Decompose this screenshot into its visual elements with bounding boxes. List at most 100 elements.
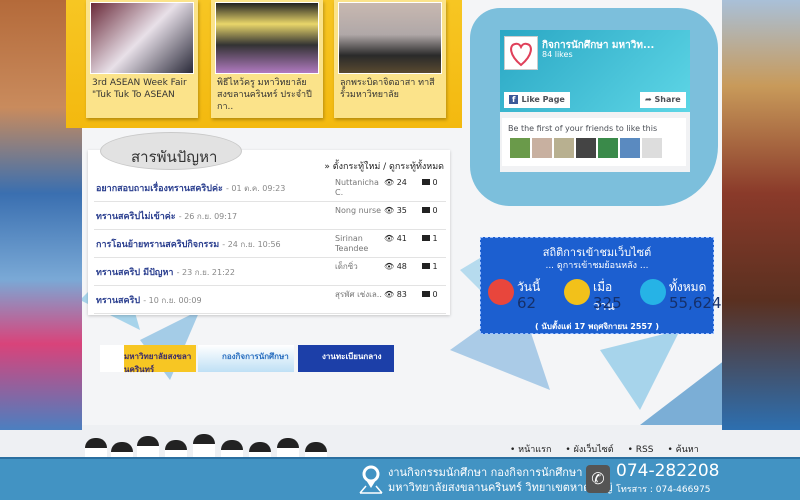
forum-links[interactable]: » ตั้งกระทู้ใหม่ / ดูกระทู้ทั้งหมด [324, 159, 444, 173]
forum-box: » ตั้งกระทู้ใหม่ / ดูกระทู้ทั้งหมด อยากส… [88, 150, 450, 315]
stats-history-link[interactable]: ... ดูการเข้าชมย้อนหลัง ... [481, 258, 713, 272]
friend-avatar[interactable] [532, 138, 552, 158]
topic-date: - 01 ต.ค. 09:23 [225, 184, 286, 193]
facebook-friends: Be the first of your friends to like thi… [502, 118, 686, 166]
topic-author: Nuttanicha C. [335, 178, 379, 197]
nav-sitemap[interactable]: • ผังเว็บไซต์ [565, 445, 613, 455]
stats-since: ( นับตั้งแต่ 17 พฤศจิกายน 2557 ) [534, 322, 659, 331]
comment-icon [422, 263, 430, 269]
forum-row[interactable]: ทรานสคริปไม่เข้าค่ะ - 26 ก.ย. 09:17 Nong… [94, 202, 446, 230]
news-image[interactable] [338, 2, 442, 74]
topic-date: - 26 ก.ย. 09:17 [178, 212, 238, 221]
eye-icon: 👁 [384, 234, 395, 243]
nav-search[interactable]: • ค้นหา [667, 445, 698, 455]
forum-row[interactable]: การโอนย้ายทรานสคริปกิจกรรม - 24 ก.ย. 10:… [94, 230, 446, 258]
footer-bar: งานกิจกรรมนักศึกษา กองกิจการนักศึกษา มหา… [0, 457, 800, 500]
views: 👁 41 [384, 234, 407, 243]
banner-registrar[interactable]: งานทะเบียนกลาง [298, 345, 394, 372]
friend-avatar[interactable] [554, 138, 574, 158]
nav-rss[interactable]: • RSS [628, 445, 654, 455]
topic-link[interactable]: อยากสอบถามเรื่องทรานสคริปค่ะ - 01 ต.ค. 0… [96, 181, 285, 195]
news-item[interactable]: พิธีไหว้ครู มหาวิทยาลัยสงขลานครินทร์ ประ… [211, 0, 323, 118]
banner-label: งานทะเบียนกลาง [322, 352, 382, 361]
comments: 1 [422, 262, 438, 271]
facebook-cover[interactable]: กิจการนักศึกษา มหาวิท... 84 likes f Like … [500, 30, 690, 112]
comment-icon [422, 207, 430, 213]
stat-value: 55,624 [669, 294, 722, 312]
chart-icon [564, 279, 590, 305]
comments: 0 [422, 178, 438, 187]
topic-author: Nong nurse [335, 206, 382, 215]
eye-icon: 👁 [384, 262, 395, 271]
footer-phone: 074-282208 [616, 461, 720, 481]
facebook-page-logo[interactable] [504, 36, 538, 70]
footer-address-line2: มหาวิทยาลัยสงขลานครินทร์ วิทยาเขตหาดใหญ่ [388, 481, 613, 494]
comment-icon [422, 179, 430, 185]
share-label: Share [654, 95, 681, 104]
eye-icon: 👁 [384, 206, 395, 215]
forum-row[interactable]: ทรานสคริป - 10 ก.ย. 00:09 สุรพัศ เช่งเล.… [94, 286, 446, 314]
stat-item: วันนี้ 62 [485, 276, 557, 316]
topic-link[interactable]: การโอนย้ายทรานสคริปกิจกรรม - 24 ก.ย. 10:… [96, 237, 281, 251]
news-panel: 3rd ASEAN Week Fair "Tuk Tuk To ASEAN พิ… [66, 0, 462, 128]
topic-date: - 23 ก.ย. 21:22 [176, 268, 235, 277]
views: 👁 83 [384, 290, 407, 299]
news-item[interactable]: 3rd ASEAN Week Fair "Tuk Tuk To ASEAN [86, 0, 198, 118]
topic-author: Sirinan Teandee [335, 234, 369, 253]
topic-link[interactable]: ทรานสคริป - 10 ก.ย. 00:09 [96, 293, 202, 307]
topic-date: - 24 ก.ย. 10:56 [222, 240, 281, 249]
stat-item: ทั้งหมด 55,624 [637, 276, 722, 316]
views: 👁 24 [384, 178, 407, 187]
news-item[interactable]: ลูกพระบิดาจิตอาสา ทาสีรั้วมหาวิทยาลัย [334, 0, 446, 118]
news-image[interactable] [215, 2, 319, 74]
eye-icon: 👁 [384, 290, 395, 299]
right-decoration-photo [722, 0, 800, 430]
share-button[interactable]: ➦ Share [640, 92, 686, 108]
footer-nav: • หน้าแรก • ผังเว็บไซต์ • RSS • ค้นหา [510, 442, 713, 456]
banner-label: มหาวิทยาลัยสงขลานครินทร์ [124, 352, 192, 374]
visitor-stats: สถิติการเข้าชมเว็บไซต์ ... ดูการเข้าชมย้… [480, 237, 722, 334]
facebook-icon: f [509, 95, 519, 104]
friend-avatar[interactable] [510, 138, 530, 158]
banner-student-affairs[interactable]: กองกิจการนักศึกษา [198, 345, 294, 372]
topic-author: เด็กซิ่ว [335, 262, 358, 271]
friend-avatar[interactable] [576, 138, 596, 158]
forum-row[interactable]: อยากสอบถามเรื่องทรานสคริปค่ะ - 01 ต.ค. 0… [94, 174, 446, 202]
friend-avatar[interactable] [598, 138, 618, 158]
location-pin-icon [359, 465, 383, 494]
share-icon: ➦ [645, 95, 655, 104]
comments: 0 [422, 206, 438, 215]
banner-label: กองกิจการนักศึกษา [222, 352, 289, 361]
stat-item: เมื่อวาน 325 [561, 276, 633, 316]
views: 👁 48 [384, 262, 407, 271]
comment-icon [422, 235, 430, 241]
news-image[interactable] [90, 2, 194, 74]
friends-text: Be the first of your friends to like thi… [508, 124, 658, 133]
nav-home[interactable]: • หน้าแรก [510, 445, 551, 455]
comments: 0 [422, 290, 438, 299]
chart-icon [640, 279, 666, 305]
views: 👁 35 [384, 206, 407, 215]
forum-title: สารพันปัญหา [131, 148, 218, 166]
topic-author: สุรพัศ เช่งเล.. [335, 290, 382, 299]
eye-icon: 👁 [384, 178, 395, 187]
phone-icon: ✆ [586, 465, 610, 493]
comments: 1 [422, 234, 438, 243]
friend-avatar[interactable] [642, 138, 662, 158]
stat-value: 62 [517, 294, 537, 312]
friend-avatar[interactable] [620, 138, 640, 158]
like-page-label: Like Page [521, 95, 565, 104]
forum-row[interactable]: ทรานสคริป มีปัญหา - 23 ก.ย. 21:22 เด็กซิ… [94, 258, 446, 286]
topic-link[interactable]: ทรานสคริปไม่เข้าค่ะ - 26 ก.ย. 09:17 [96, 209, 237, 223]
news-caption[interactable]: พิธีไหว้ครู มหาวิทยาลัยสงขลานครินทร์ ประ… [217, 77, 321, 113]
banner-psu[interactable]: มหาวิทยาลัยสงขลานครินทร์ [100, 345, 196, 374]
facebook-widget: กิจการนักศึกษา มหาวิท... 84 likes f Like … [500, 30, 690, 172]
comment-icon [422, 291, 430, 297]
stat-value: 325 [593, 294, 622, 312]
news-caption[interactable]: 3rd ASEAN Week Fair "Tuk Tuk To ASEAN [92, 77, 196, 101]
forum-title-bubble: สารพันปัญหา [100, 132, 242, 170]
topic-link[interactable]: ทรานสคริป มีปัญหา - 23 ก.ย. 21:22 [96, 265, 235, 279]
facebook-likes: 84 likes [542, 50, 573, 59]
news-caption[interactable]: ลูกพระบิดาจิตอาสา ทาสีรั้วมหาวิทยาลัย [340, 77, 444, 101]
like-page-button[interactable]: f Like Page [504, 92, 570, 108]
